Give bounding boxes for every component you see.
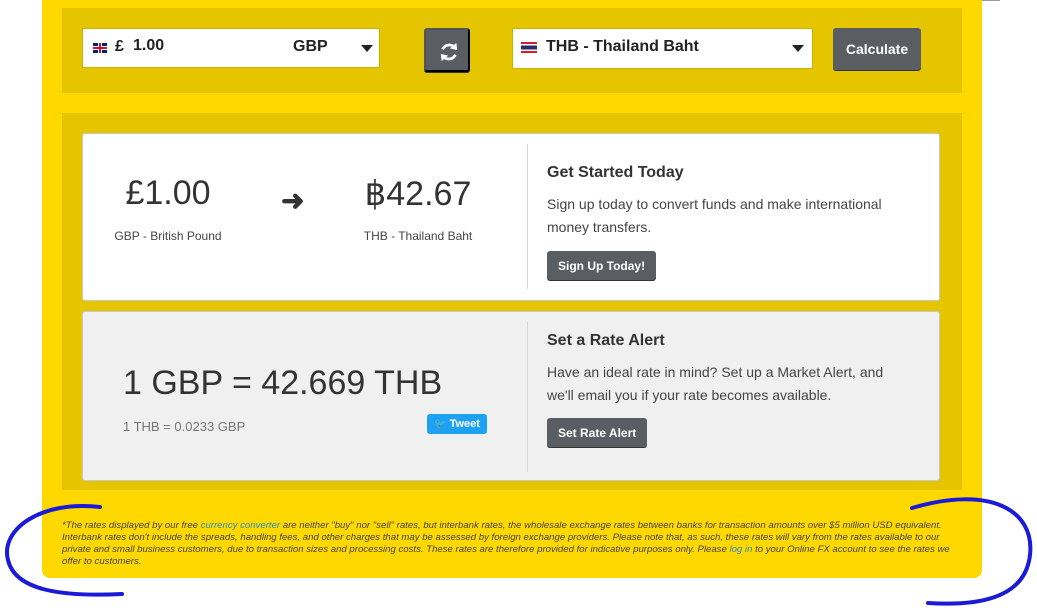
amount-currency-symbol: £ [115, 38, 124, 55]
arrow-right-icon: ➜ [281, 185, 305, 216]
uk-flag-icon [93, 43, 107, 53]
to-amount: ฿42.67 [364, 175, 472, 213]
results-area: £1.00 GBP - British Pound ➜ ฿42.67 THB -… [62, 113, 962, 490]
chevron-down-icon[interactable] [361, 45, 373, 52]
thailand-flag-icon [521, 42, 537, 53]
rate-alert-text: Have an ideal rate in mind? Set up a Mar… [547, 364, 884, 403]
converter-bar: £ GBP THB - Thailand Baht Calculate [62, 8, 962, 93]
exchange-rate: 1 GBP = 42.669 THB [123, 364, 443, 402]
to-currency-label: THB - Thailand Baht [363, 229, 473, 243]
target-currency-select[interactable]: THB - Thailand Baht [512, 28, 813, 69]
set-rate-alert-button[interactable]: Set Rate Alert [547, 418, 648, 447]
refresh-icon [440, 42, 458, 62]
twitter-bird-icon: 🐦 [434, 419, 447, 430]
tweet-label: Tweet [449, 418, 480, 430]
card-divider [527, 144, 528, 289]
chevron-down-icon[interactable] [792, 45, 804, 52]
amount-currency-code[interactable]: GBP [293, 38, 328, 56]
card-divider [527, 322, 528, 472]
inverse-rate: 1 THB = 0.0233 GBP [123, 419, 246, 434]
rate-alert-title: Set a Rate Alert [547, 332, 665, 349]
get-started-title: Get Started Today [547, 164, 684, 181]
get-started-text: Sign up today to convert funds and make … [547, 196, 882, 235]
currency-converter-link[interactable]: currency converter [201, 520, 280, 531]
log-in-link[interactable]: log in [729, 544, 752, 555]
from-currency-label: GBP - British Pound [114, 229, 222, 243]
from-amount: £1.00 [125, 174, 211, 212]
swap-currencies-button[interactable] [424, 28, 470, 72]
tweet-button[interactable]: 🐦 Tweet [427, 414, 487, 434]
converter-panel: £ GBP THB - Thailand Baht Calculate £1.0… [42, 0, 982, 578]
disclaimer-text: *The rates displayed by our free [62, 520, 201, 531]
calculate-button[interactable]: Calculate [833, 28, 921, 70]
amount-input-group[interactable]: £ GBP [82, 28, 380, 68]
target-currency-label: THB - Thailand Baht [546, 38, 699, 55]
sign-up-button[interactable]: Sign Up Today! [547, 251, 657, 280]
amount-input[interactable] [133, 37, 253, 55]
conversion-result-card: £1.00 GBP - British Pound ➜ ฿42.67 THB -… [82, 133, 940, 301]
rates-disclaimer: *The rates displayed by our free currenc… [62, 520, 962, 568]
rate-card: 1 GBP = 42.669 THB 1 THB = 0.0233 GBP 🐦 … [82, 311, 940, 481]
